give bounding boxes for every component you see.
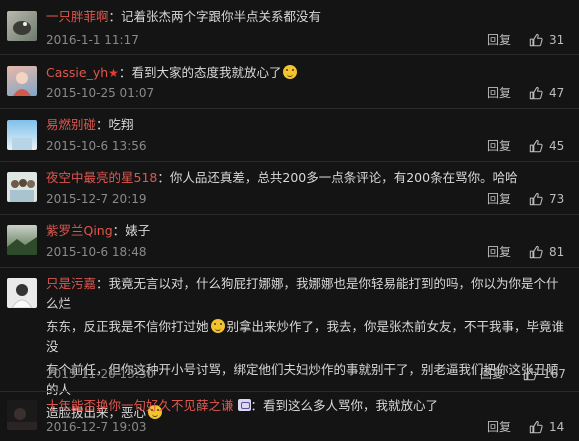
like-count: 167 bbox=[543, 367, 566, 381]
like-button[interactable]: 31 bbox=[529, 32, 564, 48]
user-avatar[interactable] bbox=[7, 278, 37, 308]
thumbs-up-icon bbox=[529, 139, 543, 153]
thumbs-up-icon bbox=[529, 420, 543, 434]
reply-button[interactable]: 回复 bbox=[487, 138, 511, 154]
separator: ： bbox=[96, 276, 109, 291]
comment-text: 看到大家的态度我就放心了 bbox=[131, 65, 282, 80]
like-count: 47 bbox=[549, 86, 565, 100]
comment-date: 2015-12-7 20:19 bbox=[46, 192, 147, 206]
like-button[interactable]: 47 bbox=[529, 85, 564, 101]
thumbs-up-icon bbox=[529, 245, 543, 259]
comment-text: 婊子 bbox=[125, 223, 151, 238]
reply-button[interactable]: 回复 bbox=[487, 85, 511, 101]
user-avatar[interactable] bbox=[7, 120, 37, 150]
comment-text: 看到这么多人骂你，我就放心了 bbox=[263, 398, 439, 413]
like-count: 45 bbox=[549, 139, 565, 153]
comment-date: 2015-10-25 01:07 bbox=[46, 86, 155, 100]
separator: ： bbox=[157, 170, 170, 185]
like-button[interactable]: 81 bbox=[529, 244, 564, 260]
username-link[interactable]: 一只胖菲啊 bbox=[46, 9, 109, 24]
comment-item: 十年能否换你一句好久不见薛之谦 ：看到这么多人骂你，我就放心了 2016-12-7… bbox=[0, 392, 579, 441]
username-link[interactable]: 十年能否换你一句好久不见薛之谦 bbox=[46, 398, 234, 413]
reply-button[interactable]: 回复 bbox=[487, 419, 511, 435]
like-button[interactable]: 73 bbox=[529, 191, 564, 207]
like-count: 81 bbox=[549, 245, 565, 259]
level-badge-icon bbox=[237, 399, 251, 411]
separator: ： bbox=[96, 117, 109, 132]
user-avatar[interactable] bbox=[7, 172, 37, 202]
like-button[interactable]: 14 bbox=[529, 419, 564, 435]
comment-text: 我竟无言以对，什么狗屁打娜娜，我娜娜也是你轻易能打到的吗，你以为你是个什么烂 bbox=[46, 276, 559, 311]
comment-item: Cassie_yh★：看到大家的态度我就放心了 2015-10-25 01:07… bbox=[0, 55, 579, 108]
like-button[interactable]: 45 bbox=[529, 138, 564, 154]
separator: ： bbox=[112, 223, 126, 238]
username-link[interactable]: 夜空中最亮的星518 bbox=[46, 170, 157, 185]
separator: ： bbox=[108, 9, 122, 24]
comment-item: 紫罗兰Qing：婊子 2015-10-6 18:48 回复 81 bbox=[0, 215, 579, 267]
emoji-icon bbox=[210, 319, 225, 333]
thumbs-up-icon bbox=[529, 86, 543, 100]
comment-date: 2015-10-6 18:48 bbox=[46, 245, 147, 259]
user-avatar[interactable] bbox=[7, 400, 37, 430]
reply-button[interactable]: 回复 bbox=[487, 191, 511, 207]
comment-date: 2015-11-20 13:30 bbox=[46, 367, 155, 381]
reply-button[interactable]: 回复 bbox=[487, 32, 511, 48]
reply-button[interactable]: 回复 bbox=[487, 244, 511, 260]
user-avatar[interactable] bbox=[7, 66, 37, 96]
username-link[interactable]: 易燃别碰 bbox=[46, 117, 96, 132]
separator: ： bbox=[250, 398, 264, 413]
separator: ： bbox=[118, 65, 132, 80]
username-link[interactable]: Cassie_yh bbox=[46, 65, 108, 80]
emoji-icon bbox=[283, 65, 298, 79]
comment-item: 只是污嘉：我竟无言以对，什么狗屁打娜娜，我娜娜也是你轻易能打到的吗，你以为你是个… bbox=[0, 268, 579, 420]
comment-date: 2016-12-7 19:03 bbox=[46, 420, 147, 434]
comment-date: 2016-1-1 11:17 bbox=[46, 33, 139, 47]
like-count: 73 bbox=[549, 192, 565, 206]
like-count: 31 bbox=[549, 33, 565, 47]
reply-button[interactable]: 回复 bbox=[480, 366, 504, 382]
comment-item: 一只胖菲啊：记着张杰两个字跟你半点关系都没有 2016-1-1 11:17 回复… bbox=[0, 0, 579, 54]
thumbs-up-icon bbox=[523, 367, 537, 381]
thumbs-up-icon bbox=[529, 33, 543, 47]
username-link[interactable]: 紫罗兰Qing bbox=[46, 223, 113, 238]
comment-date: 2015-10-6 13:56 bbox=[46, 139, 147, 153]
like-count: 14 bbox=[549, 420, 565, 434]
like-button[interactable]: 167 bbox=[523, 366, 566, 382]
thumbs-up-icon bbox=[529, 192, 543, 206]
comment-text: 东东，反正我是不信你打过她 bbox=[46, 319, 209, 334]
comment-item: 夜空中最亮的星518：你人品还真差，总共200多一点条评论，有200条在骂你。哈… bbox=[0, 162, 579, 214]
comment-text: 吃翔 bbox=[108, 117, 134, 132]
vip-star-icon: ★ bbox=[108, 66, 119, 80]
comment-text: 记着张杰两个字跟你半点关系都没有 bbox=[121, 9, 322, 24]
comment-text: 你人品还真差，总共200多一点条评论，有200条在骂你。哈哈 bbox=[169, 170, 518, 185]
user-avatar[interactable] bbox=[7, 225, 37, 255]
username-link[interactable]: 只是污嘉 bbox=[46, 276, 96, 291]
comment-item: 易燃别碰：吃翔 2015-10-6 13:56 回复 45 bbox=[0, 109, 579, 161]
user-avatar[interactable] bbox=[7, 11, 37, 41]
